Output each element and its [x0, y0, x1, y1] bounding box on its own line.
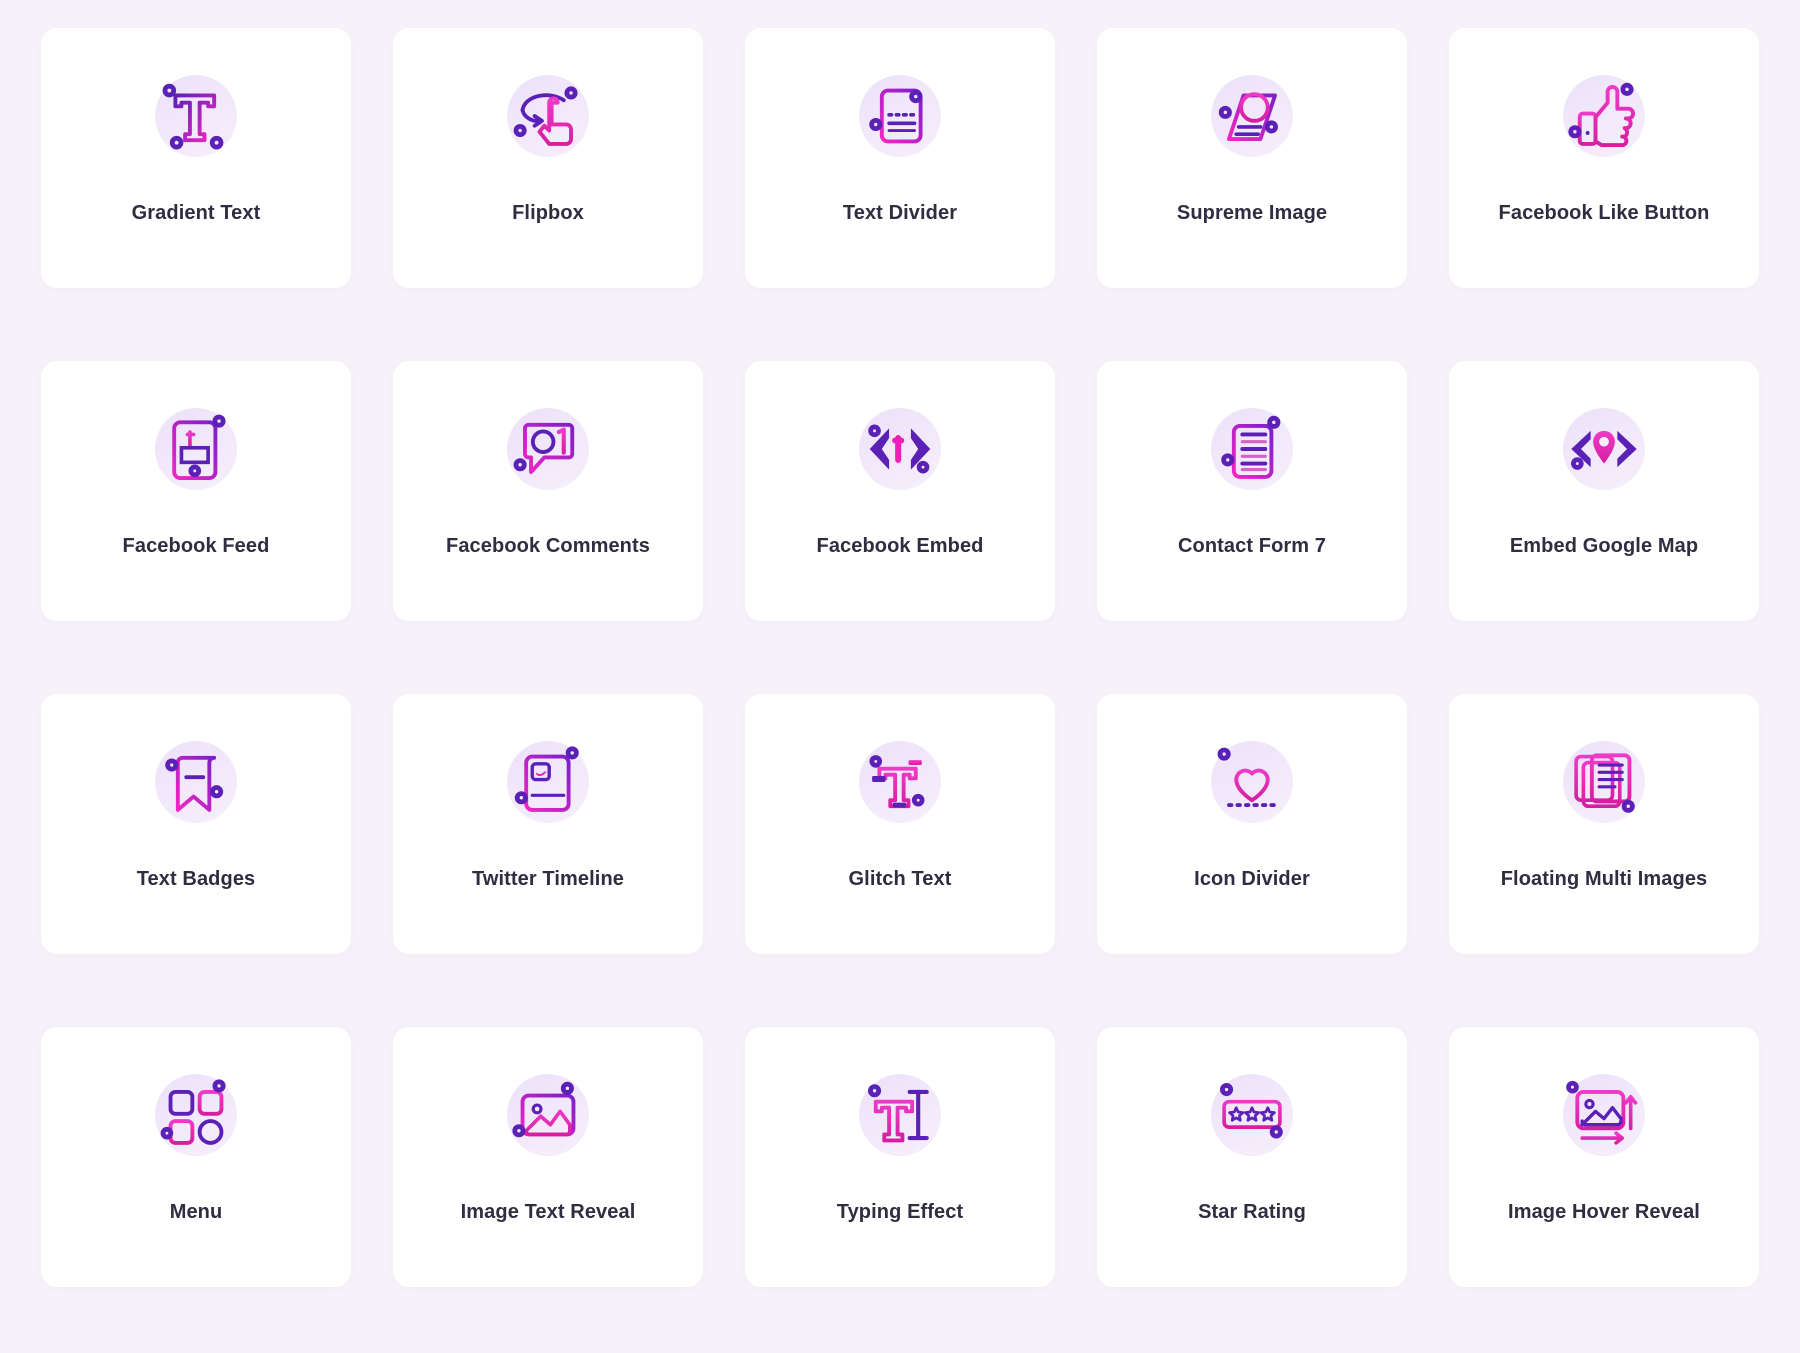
widget-label: Facebook Comments [446, 535, 650, 557]
supreme-image-icon [1206, 70, 1298, 162]
widget-card[interactable]: Floating Multi Images [1449, 694, 1759, 954]
widget-card[interactable]: Menu [41, 1027, 351, 1287]
widget-card[interactable]: Facebook Like Button [1449, 28, 1759, 288]
widget-label: Text Badges [136, 868, 256, 890]
image-hover-icon [1558, 1069, 1650, 1161]
glitch-text-icon [854, 736, 946, 828]
widget-label: Facebook Feed [122, 535, 270, 557]
widget-card[interactable]: Icon Divider [1097, 694, 1407, 954]
widget-label: Menu [169, 1201, 223, 1223]
gradient-text-icon [150, 70, 242, 162]
widget-card[interactable]: Typing Effect [745, 1027, 1055, 1287]
widget-card[interactable]: Facebook Comments [393, 361, 703, 621]
widget-label: Typing Effect [836, 1201, 964, 1223]
code-facebook-icon [854, 403, 946, 495]
widget-label: Text Divider [842, 202, 958, 224]
widget-card[interactable]: Flipbox [393, 28, 703, 288]
text-divider-icon [854, 70, 946, 162]
heart-divider-icon [1206, 736, 1298, 828]
widget-card[interactable]: Image Text Reveal [393, 1027, 703, 1287]
typing-effect-icon [854, 1069, 946, 1161]
bookmark-badge-icon [150, 736, 242, 828]
widget-card[interactable]: Embed Google Map [1449, 361, 1759, 621]
widget-label: Contact Form 7 [1177, 535, 1327, 557]
menu-grid-icon [150, 1069, 242, 1161]
widget-label: Supreme Image [1176, 202, 1328, 224]
widget-card[interactable]: Star Rating [1097, 1027, 1407, 1287]
widget-label: Facebook Embed [816, 535, 984, 557]
star-rating-icon [1206, 1069, 1298, 1161]
widget-card[interactable]: Text Divider [745, 28, 1055, 288]
widget-card[interactable]: Text Badges [41, 694, 351, 954]
thumbs-up-icon [1558, 70, 1650, 162]
form-document-icon [1206, 403, 1298, 495]
multi-images-icon [1558, 736, 1650, 828]
twitter-timeline-icon [502, 736, 594, 828]
widget-label: Image Hover Reveal [1508, 1201, 1700, 1223]
code-map-pin-icon [1558, 403, 1650, 495]
widget-card[interactable]: Contact Form 7 [1097, 361, 1407, 621]
widget-label: Icon Divider [1194, 868, 1310, 890]
widget-label: Twitter Timeline [471, 868, 624, 890]
widget-card[interactable]: Twitter Timeline [393, 694, 703, 954]
widget-label: Star Rating [1198, 1201, 1306, 1223]
facebook-feed-icon [150, 403, 242, 495]
widget-label: Glitch Text [848, 868, 952, 890]
widget-card[interactable]: Facebook Embed [745, 361, 1055, 621]
image-reveal-icon [502, 1069, 594, 1161]
widget-card[interactable]: Facebook Feed [41, 361, 351, 621]
widget-label: Embed Google Map [1509, 535, 1699, 557]
widget-label: Floating Multi Images [1500, 868, 1708, 890]
widget-card[interactable]: Gradient Text [41, 28, 351, 288]
widget-grid: Gradient Text Flipbox Text Divider Supre… [0, 0, 1800, 1353]
widget-card[interactable]: Image Hover Reveal [1449, 1027, 1759, 1287]
widget-label: Gradient Text [131, 202, 261, 224]
widget-label: Image Text Reveal [460, 1201, 636, 1223]
widget-card[interactable]: Glitch Text [745, 694, 1055, 954]
flipbox-icon [502, 70, 594, 162]
widget-label: Facebook Like Button [1498, 202, 1710, 224]
widget-card[interactable]: Supreme Image [1097, 28, 1407, 288]
comment-bubble-icon [502, 403, 594, 495]
widget-label: Flipbox [512, 202, 584, 224]
